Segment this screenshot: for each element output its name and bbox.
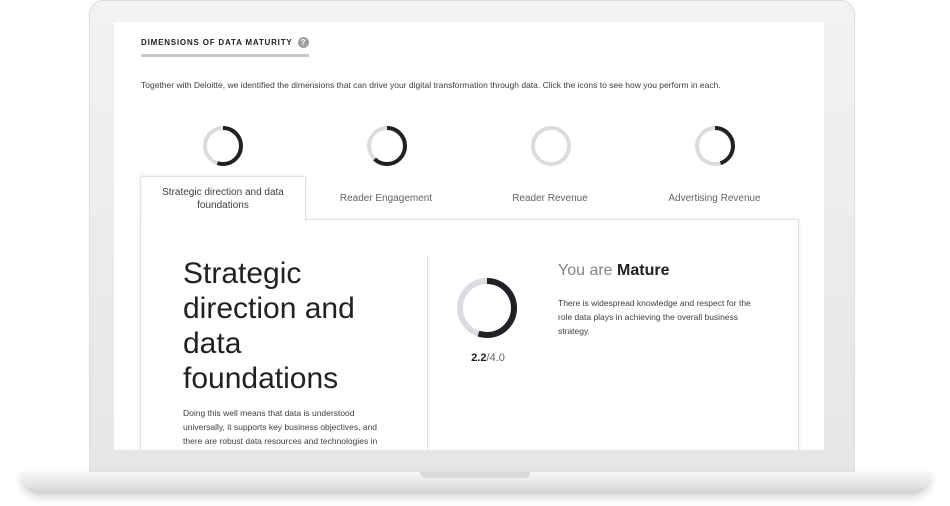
panel-description: Doing this well means that data is under… bbox=[183, 408, 378, 446]
score-readout: 2.2/4.0 bbox=[463, 352, 513, 364]
tab-strategic-direction[interactable]: Strategic direction and data foundations bbox=[140, 176, 306, 221]
dimension-icon-strategic[interactable] bbox=[203, 126, 243, 166]
maturity-level: You are Mature bbox=[558, 262, 669, 280]
dimension-icon-reader-revenue[interactable] bbox=[531, 126, 571, 166]
tab-reader-revenue[interactable]: Reader Revenue bbox=[468, 176, 632, 220]
level-prefix: You are bbox=[558, 262, 613, 279]
divider bbox=[427, 256, 428, 450]
screen: DIMENSIONS OF DATA MATURITY ? Together w… bbox=[114, 22, 824, 450]
tab-reader-engagement[interactable]: Reader Engagement bbox=[304, 176, 468, 220]
panel-title: Strategic direction and data foundations bbox=[183, 257, 355, 395]
dimension-detail-panel: Strategic direction and data foundations… bbox=[140, 219, 799, 450]
section-title: DIMENSIONS OF DATA MATURITY bbox=[141, 38, 293, 47]
score-value: 2.2 bbox=[471, 352, 487, 364]
score-ring-icon bbox=[457, 278, 517, 343]
dimension-icon-reader-engagement[interactable] bbox=[367, 126, 407, 166]
dimension-icon-advertising-revenue[interactable] bbox=[695, 126, 735, 166]
level-description: There is widespread knowledge and respec… bbox=[558, 298, 751, 336]
intro-text: Together with Deloitte, we identified th… bbox=[141, 80, 721, 90]
level-name: Mature bbox=[617, 262, 670, 279]
ring-track bbox=[531, 126, 571, 166]
section-header: DIMENSIONS OF DATA MATURITY ? bbox=[141, 37, 309, 57]
score-max: /4.0 bbox=[486, 352, 505, 364]
tab-advertising-revenue[interactable]: Advertising Revenue bbox=[632, 176, 797, 220]
laptop-notch bbox=[420, 472, 530, 478]
help-icon[interactable]: ? bbox=[297, 37, 309, 48]
